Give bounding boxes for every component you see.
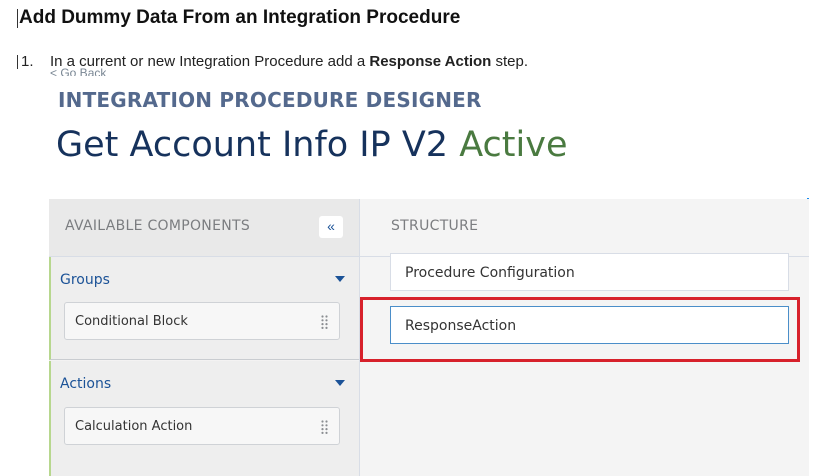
group-label: Actions xyxy=(60,376,112,392)
drag-handle-icon[interactable] xyxy=(321,315,328,329)
component-item-conditional-block[interactable]: Conditional Block xyxy=(64,302,340,340)
doc-heading: Add Dummy Data From an Integration Proce… xyxy=(19,7,461,28)
status-label: Active xyxy=(459,125,568,165)
group-label: Groups xyxy=(60,272,110,288)
component-item-label: Conditional Block xyxy=(75,314,188,329)
go-back-link[interactable]: < Go Back xyxy=(50,66,106,76)
available-components-panel: AVAILABLE COMPONENTS « Groups Conditiona… xyxy=(49,199,360,476)
available-components-header: AVAILABLE COMPONENTS « xyxy=(49,199,359,257)
available-components-title: AVAILABLE COMPONENTS xyxy=(65,218,251,234)
structure-item-label: Procedure Configuration xyxy=(405,265,575,281)
procedure-title: Get Account Info IP V2 Active xyxy=(56,125,567,165)
component-group-groups[interactable]: Groups Conditional Block xyxy=(49,257,359,360)
designer-title: INTEGRATION PROCEDURE DESIGNER xyxy=(58,88,482,112)
collapse-icon: « xyxy=(327,218,335,234)
structure-panel: STRUCTURE Procedure Configuration Respon… xyxy=(360,199,809,476)
structure-title: STRUCTURE xyxy=(391,218,479,234)
designer-screenshot: < Go Back INTEGRATION PROCEDURE DESIGNER… xyxy=(0,66,829,476)
drag-handle-icon[interactable] xyxy=(321,420,328,434)
caret-down-icon[interactable] xyxy=(335,276,345,282)
procedure-name: Get Account Info IP V2 xyxy=(56,125,449,165)
collapse-panel-button[interactable]: « xyxy=(319,216,343,238)
structure-header: STRUCTURE xyxy=(360,199,809,257)
structure-item-procedure-configuration[interactable]: Procedure Configuration xyxy=(390,253,789,291)
structure-item-label: ResponseAction xyxy=(405,318,517,334)
structure-canvas: Procedure Configuration ResponseAction xyxy=(360,253,809,476)
component-item-calculation-action[interactable]: Calculation Action xyxy=(64,407,340,445)
component-group-actions[interactable]: Actions Calculation Action xyxy=(49,361,359,476)
caret-down-icon[interactable] xyxy=(335,380,345,386)
component-item-label: Calculation Action xyxy=(75,419,193,434)
doc-heading-marker xyxy=(17,9,18,28)
structure-item-response-action[interactable]: ResponseAction xyxy=(390,306,789,344)
